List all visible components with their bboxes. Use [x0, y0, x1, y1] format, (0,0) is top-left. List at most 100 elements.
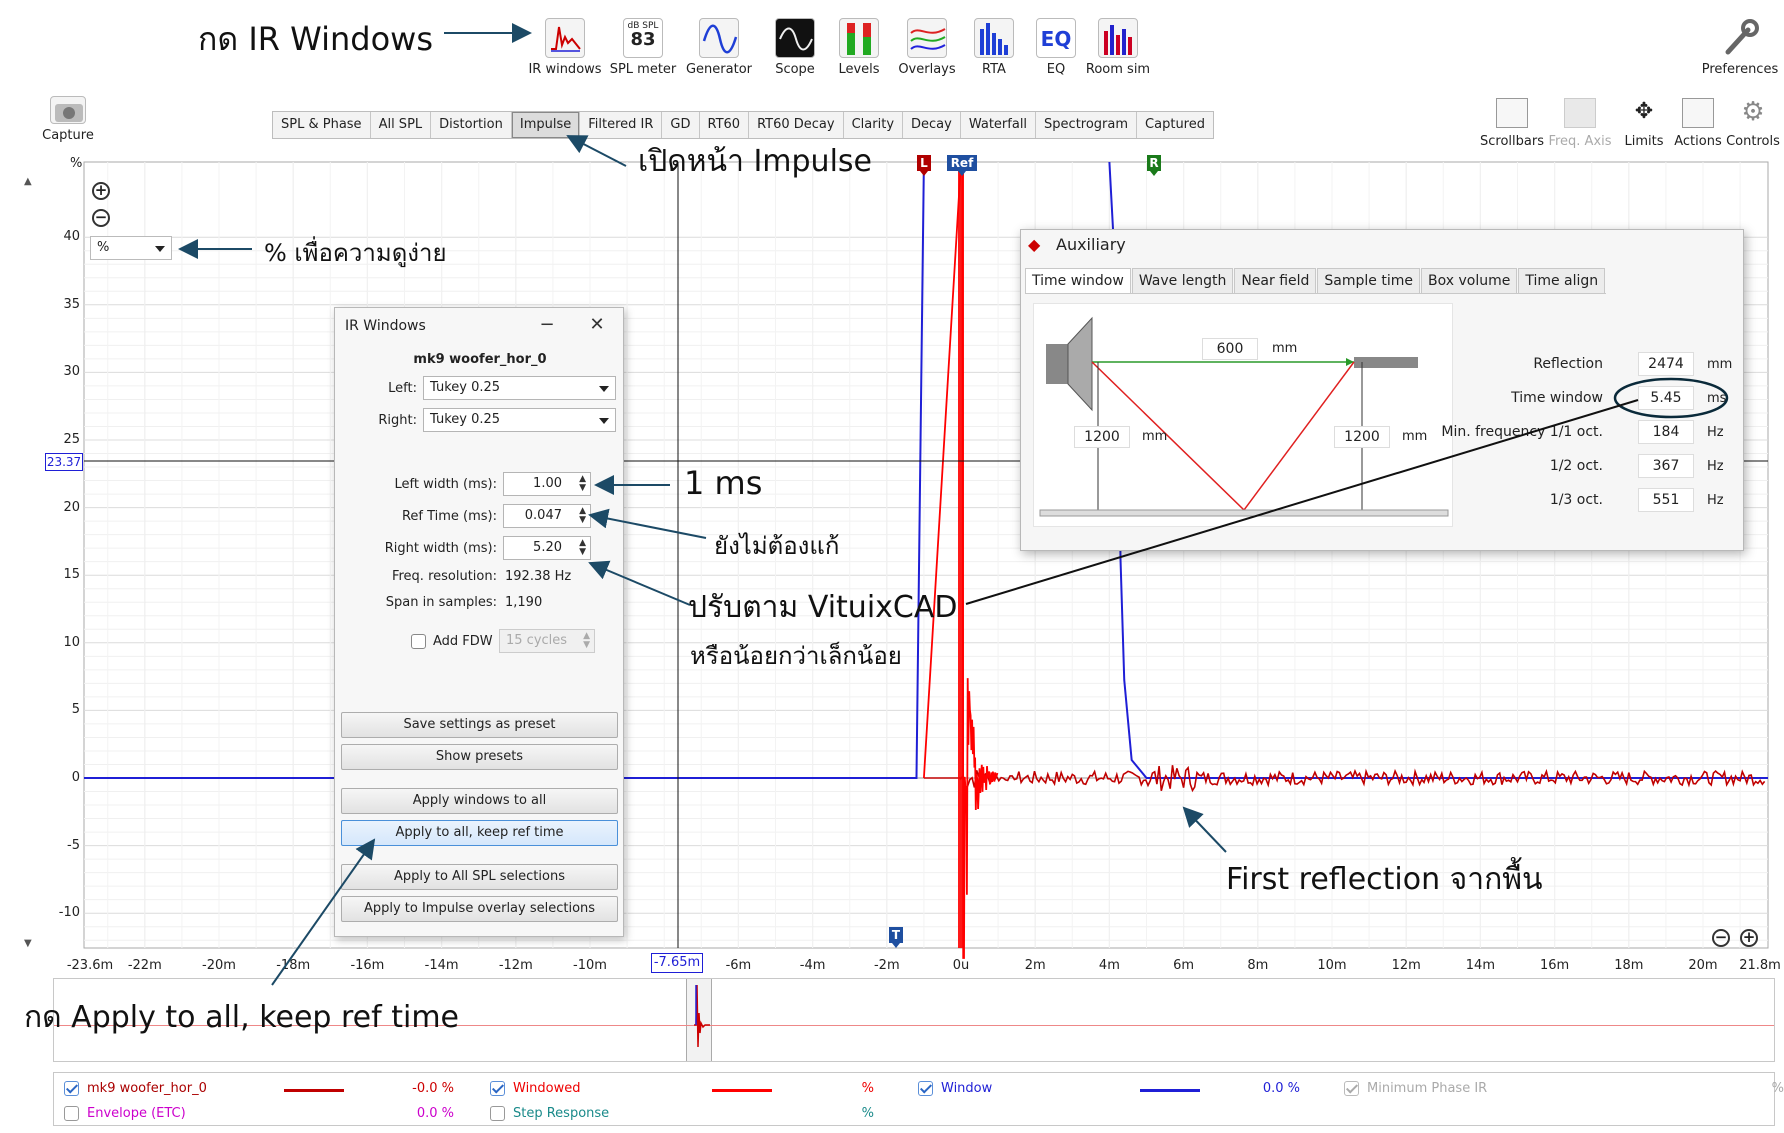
apply-all-keep-ref-button[interactable]: Apply to all, keep ref time — [341, 820, 618, 846]
ref-time-input[interactable]: 0.047 ▲ ▼ — [503, 504, 591, 528]
apply-windows-all-button[interactable]: Apply windows to all — [341, 788, 618, 814]
aux-tab-time-align[interactable]: Time align — [1518, 268, 1606, 293]
y-tick-label: 40 — [63, 229, 80, 245]
x-tick-label: -18m — [276, 958, 311, 973]
height-right-value: 1200 — [1334, 426, 1390, 448]
legend-value: 0.0 % — [1262, 1081, 1300, 1096]
right-window-select[interactable]: Tukey 0.25 — [423, 408, 616, 432]
aux-tab-near-field[interactable]: Near field — [1234, 268, 1317, 293]
legend-item-envelope[interactable]: Envelope (ETC) — [64, 1106, 186, 1121]
x-tick-label: -4m — [799, 958, 826, 973]
spinner-icon[interactable]: ▲ ▼ — [579, 539, 586, 557]
annotation-no-change: ยังไม่ต้องแก้ — [714, 532, 840, 560]
legend-label: Minimum Phase IR — [1367, 1081, 1488, 1096]
chevron-down-icon — [155, 246, 165, 252]
y-tick-label: -10 — [58, 905, 80, 921]
x-tick-label: -23.6m — [66, 958, 114, 973]
third-oct-label: 1/3 oct. — [1549, 492, 1603, 508]
cursor-y-readout: 23.37 — [45, 453, 83, 471]
x-tick-label: 4m — [1098, 958, 1120, 973]
y-tick-label: 25 — [63, 432, 80, 447]
x-zoom-in-icon[interactable]: + — [1740, 929, 1758, 947]
save-preset-button[interactable]: Save settings as preset — [341, 712, 618, 738]
right-width-input[interactable]: 5.20 ▲ ▼ — [503, 536, 591, 560]
unit-select[interactable]: % — [90, 236, 172, 260]
half-oct-value: 367 — [1638, 454, 1694, 478]
third-oct-value: 551 — [1638, 488, 1694, 512]
aux-tab-wave-length[interactable]: Wave length — [1131, 268, 1234, 293]
x-tick-label: -14m — [424, 958, 459, 973]
annotation-first-reflection: First reflection จากพื้น — [1226, 862, 1543, 897]
fdw-cycles-input[interactable]: 15 cycles ▲ ▼ — [499, 629, 595, 653]
y-tick-label: 5 — [71, 702, 80, 718]
legend-item-windowed[interactable]: Windowed — [490, 1081, 581, 1096]
y-tick-label: 15 — [63, 567, 80, 583]
x-tick-label: 10m — [1317, 958, 1347, 973]
ref-time-value: 0.047 — [524, 508, 562, 523]
legend-item-window[interactable]: Window — [918, 1081, 992, 1096]
legend-checkbox[interactable] — [490, 1081, 505, 1096]
spinner-icon[interactable]: ▲ ▼ — [579, 507, 586, 525]
aux-tab-sample-time[interactable]: Sample time — [1317, 268, 1420, 293]
annotation-adjust-2: หรือน้อยกว่าเล็กน้อย — [690, 642, 902, 670]
x-tick-label: -22m — [127, 958, 162, 973]
measurement-name: mk9 woofer_hor_0 — [413, 352, 547, 367]
left-window-select[interactable]: Tukey 0.25 — [423, 376, 616, 400]
legend-checkbox[interactable] — [64, 1106, 79, 1121]
legend-item-min-phase[interactable]: Minimum Phase IR — [1344, 1081, 1487, 1096]
legend-label: Step Response — [513, 1106, 610, 1121]
spinner-icon[interactable]: ▲ ▼ — [579, 475, 586, 493]
close-icon[interactable]: ✕ — [583, 314, 611, 335]
zoom-out-icon[interactable]: − — [92, 209, 110, 227]
legend-item-step[interactable]: Step Response — [490, 1106, 609, 1121]
right-window-value: Tukey 0.25 — [430, 412, 501, 427]
legend-panel: mk9 woofer_hor_0 -0.0 % Windowed % Windo… — [53, 1072, 1784, 1126]
half-oct-label: 1/2 oct. — [1549, 458, 1603, 474]
legend-value: % — [861, 1081, 874, 1096]
minimize-icon[interactable]: − — [533, 314, 561, 335]
min-freq-value: 184 — [1638, 420, 1694, 444]
legend-item-impulse[interactable]: mk9 woofer_hor_0 — [64, 1081, 207, 1096]
left-width-value: 1.00 — [533, 476, 562, 491]
legend-checkbox[interactable] — [64, 1081, 79, 1096]
legend-swatch — [1140, 1089, 1200, 1092]
reflection-label: Reflection — [1533, 356, 1603, 372]
freq-res-label: Freq. resolution: — [391, 569, 497, 584]
annotation-press-ir: กด IR Windows — [198, 20, 434, 58]
unit-select-value: % — [97, 240, 110, 255]
cursor-x-readout: -7.65m — [651, 953, 703, 973]
apply-impulse-overlay-button[interactable]: Apply to Impulse overlay selections — [341, 896, 618, 922]
aux-tab-box-volume[interactable]: Box volume — [1421, 268, 1518, 293]
y-tick-label: 35 — [63, 296, 80, 312]
chevron-down-icon — [599, 386, 609, 392]
zoom-in-icon[interactable]: + — [92, 182, 110, 200]
apply-all-spl-button[interactable]: Apply to All SPL selections — [341, 864, 618, 890]
min-freq-unit: Hz — [1707, 425, 1724, 440]
legend-checkbox[interactable] — [490, 1106, 505, 1121]
aux-tab-time-window[interactable]: Time window — [1025, 268, 1131, 293]
spinner-icon: ▲ ▼ — [583, 631, 590, 650]
legend-checkbox[interactable] — [1344, 1081, 1359, 1096]
left-width-input[interactable]: 1.00 ▲ ▼ — [503, 472, 591, 496]
height-left-value: 1200 — [1074, 426, 1130, 448]
y-tick-label: 30 — [63, 364, 80, 380]
chevron-down-icon — [599, 418, 609, 424]
gem-icon: ◆ — [1028, 235, 1041, 254]
reflection-unit: mm — [1707, 357, 1733, 372]
x-tick-label: -16m — [350, 958, 385, 973]
legend-checkbox[interactable] — [918, 1081, 933, 1096]
span-label: Span in samples: — [385, 595, 497, 610]
right-window-label: Right: — [378, 413, 417, 428]
fdw-checkbox[interactable] — [411, 634, 426, 649]
x-tick-label: 20m — [1688, 958, 1718, 973]
legend-swatch — [712, 1089, 772, 1092]
x-tick-label: -6m — [725, 958, 752, 973]
legend-label: Windowed — [513, 1081, 581, 1096]
x-zoom-out-icon[interactable]: − — [1712, 929, 1730, 947]
left-window-value: Tukey 0.25 — [430, 380, 501, 395]
height-left-unit: mm — [1142, 429, 1168, 444]
legend-value: % — [861, 1106, 874, 1121]
ir-windows-dialog: IR Windows − ✕ mk9 woofer_hor_0 Left: Tu… — [334, 307, 624, 937]
show-presets-button[interactable]: Show presets — [341, 744, 618, 770]
time-window-highlight — [1613, 377, 1729, 419]
